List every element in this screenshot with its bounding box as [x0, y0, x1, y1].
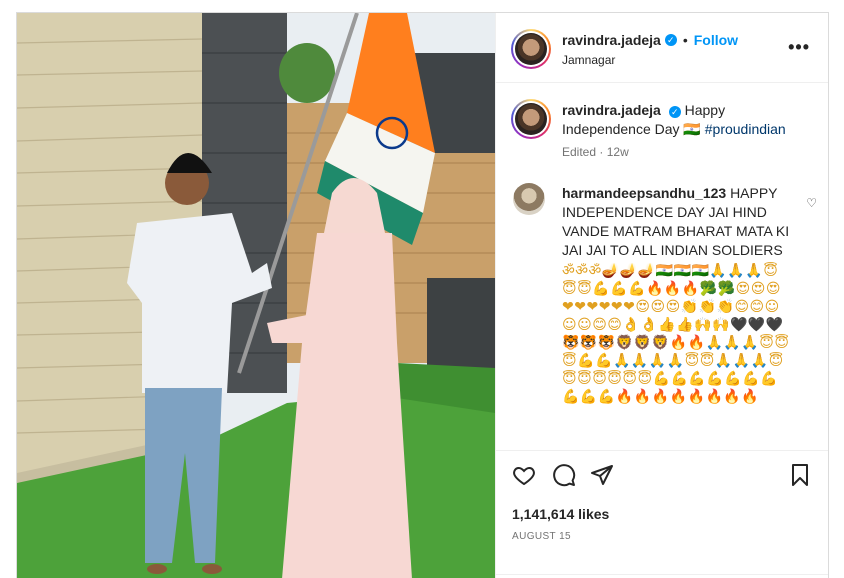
comment-bubble-icon[interactable]	[550, 461, 578, 489]
likes-count[interactable]: 1,141,614 likes	[512, 506, 609, 522]
post-age[interactable]: 12w	[607, 145, 629, 159]
comment-text-block: harmandeepsandhu_123 HAPPY INDEPENDENCE …	[562, 184, 792, 406]
separator-dot: •	[682, 32, 688, 48]
author-avatar[interactable]	[511, 29, 551, 69]
comment-like-icon[interactable]: ♡	[806, 196, 817, 210]
caption-username[interactable]: ravindra.jadeja	[562, 102, 661, 118]
caption-author-avatar[interactable]	[511, 99, 551, 139]
like-heart-icon[interactable]	[510, 461, 538, 489]
commenter-username[interactable]: harmandeepsandhu_123	[562, 185, 726, 201]
save-bookmark-icon[interactable]	[786, 461, 814, 489]
post-side-panel: ravindra.jadeja ✓ • Follow Jamnagar ••• …	[495, 13, 828, 578]
post-header: ravindra.jadeja ✓ • Follow Jamnagar •••	[496, 13, 828, 83]
caption-hashtag[interactable]: #proudindian	[705, 121, 786, 137]
caption-text-block: ravindra.jadeja ✓ Happy Independence Day…	[562, 101, 812, 139]
caption-meta: Edited · 12w	[562, 145, 629, 159]
instagram-post: ravindra.jadeja ✓ • Follow Jamnagar ••• …	[16, 12, 829, 578]
verified-badge-icon: ✓	[664, 34, 677, 46]
post-caption: ravindra.jadeja ✓ Happy Independence Day…	[496, 83, 828, 178]
comment-item: harmandeepsandhu_123 HAPPY INDEPENDENCE …	[496, 178, 828, 450]
author-username[interactable]: ravindra.jadeja	[562, 32, 661, 48]
add-comment-bar	[496, 574, 828, 578]
post-photo[interactable]	[17, 13, 495, 578]
post-location[interactable]: Jamnagar	[562, 53, 615, 67]
edited-label: Edited	[562, 145, 597, 159]
follow-button[interactable]: Follow	[694, 32, 738, 48]
comment-emojis: ॐॐॐ🪔🪔🪔🇮🇳🇮🇳🇮🇳🙏🙏🙏😇😇😇💪💪💪🔥🔥🔥🥦🥦😍😍😍❤❤❤❤❤❤😍😍😍👏👏…	[562, 263, 790, 405]
share-paper-plane-icon[interactable]	[588, 461, 616, 489]
post-actions: 1,141,614 likes AUGUST 15	[496, 450, 828, 578]
verified-badge-icon: ✓	[668, 106, 681, 118]
meta-separator: ·	[599, 145, 604, 159]
action-icons	[510, 461, 818, 491]
more-options-icon[interactable]: •••	[788, 37, 810, 58]
post-date[interactable]: AUGUST 15	[512, 531, 571, 542]
commenter-avatar[interactable]	[513, 183, 545, 215]
